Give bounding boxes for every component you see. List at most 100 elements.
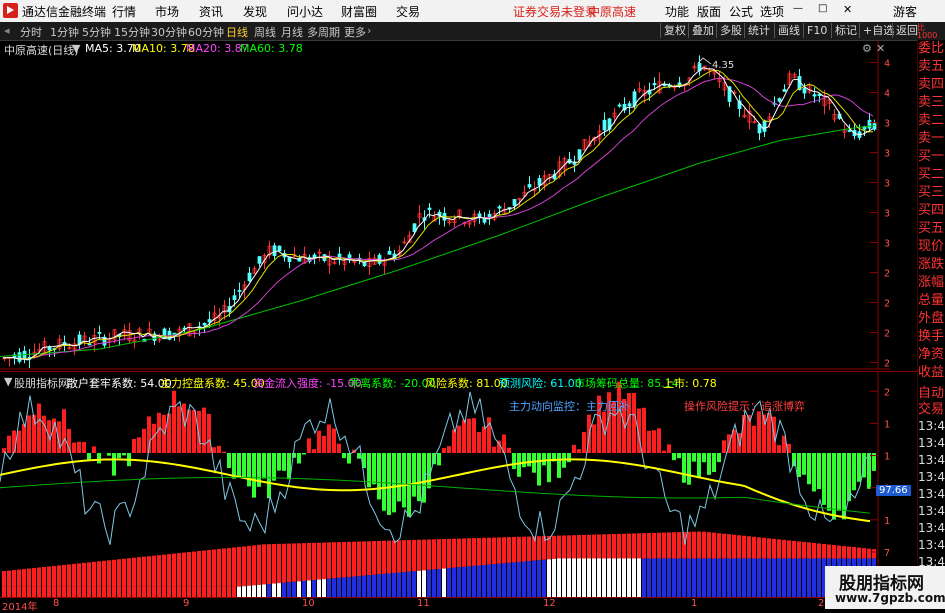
blue-volume-bar xyxy=(242,586,246,597)
menu-banmian[interactable]: 版面 xyxy=(697,3,721,20)
blue-volume-bar xyxy=(92,587,96,597)
quote-field-label: 收益 xyxy=(918,364,945,382)
blue-volume-bar xyxy=(277,583,281,597)
tab-1min[interactable]: 1分钟 xyxy=(50,24,79,40)
settings-gear-icon[interactable]: ⚙ xyxy=(862,42,872,55)
price-chart[interactable]: 4.204.003.803.603.403.203.002.802.602.40… xyxy=(0,40,890,370)
ratio-toggle[interactable]: 比1000 xyxy=(917,24,937,40)
blue-volume-bar xyxy=(672,558,676,597)
menu-xuanxiang[interactable]: 选项 xyxy=(760,3,784,20)
tab-30min[interactable]: 30分钟 xyxy=(151,24,187,40)
blue-volume-bar xyxy=(717,558,721,597)
blue-volume-bar xyxy=(332,578,336,597)
blue-volume-bar xyxy=(342,577,346,597)
tab-more[interactable]: 更多 xyxy=(344,24,366,40)
menu-hangqing[interactable]: 行情 xyxy=(112,3,136,20)
quote-field-label: 换手 xyxy=(918,328,945,346)
red-volume-bar xyxy=(347,542,351,577)
tab-fenshi[interactable]: 分时 xyxy=(20,24,42,40)
blue-volume-bar xyxy=(227,587,231,597)
red-volume-bar xyxy=(627,534,631,559)
menu-faxian[interactable]: 发现 xyxy=(243,3,267,20)
duogu-button[interactable]: 多股 xyxy=(716,23,745,38)
blue-volume-bar xyxy=(722,558,726,597)
candle xyxy=(763,121,766,131)
blue-volume-bar xyxy=(107,587,111,597)
quote-field-label: 买一 xyxy=(918,148,945,166)
red-volume-bar xyxy=(147,556,151,587)
auto-trade-label[interactable]: 交易 xyxy=(918,404,945,420)
histogram-bar-down xyxy=(252,453,256,498)
menu-zixun[interactable]: 资讯 xyxy=(199,3,223,20)
candle xyxy=(18,353,21,362)
f10-button[interactable]: F10 xyxy=(803,23,830,38)
tick-time: 13:42 xyxy=(918,454,945,471)
quote-field-label: 卖二 xyxy=(918,112,945,130)
fuquan-button[interactable]: 复权 xyxy=(660,23,689,38)
tab-daily[interactable]: 日线 xyxy=(226,24,248,40)
blue-volume-bar xyxy=(137,587,141,597)
histogram-bar-up xyxy=(617,382,621,453)
price-tick-label: 4.20 xyxy=(884,59,890,70)
blue-volume-bar xyxy=(262,584,266,597)
tab-monthly[interactable]: 月线 xyxy=(281,24,303,40)
panel-close-icon[interactable]: ✕ xyxy=(876,42,885,55)
minimize-icon[interactable]: — xyxy=(793,3,803,14)
red-volume-bar xyxy=(637,533,641,558)
blue-volume-bar xyxy=(747,558,751,597)
quote-field-label: 买二 xyxy=(918,166,945,184)
more-chevron-icon[interactable]: › xyxy=(367,24,371,37)
close-icon[interactable]: ✕ xyxy=(843,3,852,16)
red-volume-bar xyxy=(537,536,541,560)
red-volume-bar xyxy=(242,546,246,586)
histogram-bar-down xyxy=(707,453,711,475)
ma60-line xyxy=(0,126,875,357)
tongji-button[interactable]: 统计 xyxy=(744,23,773,38)
histogram-bar-down xyxy=(812,453,816,491)
red-volume-bar xyxy=(207,550,211,587)
menu-wenxiaoda[interactable]: 问小达 xyxy=(287,3,323,20)
legend-toggle-icon[interactable]: ▼ xyxy=(72,42,80,55)
blue-volume-bar xyxy=(197,587,201,597)
tick-time: 13:42 xyxy=(918,505,945,522)
menu-gongshi[interactable]: 公式 xyxy=(729,3,753,20)
red-volume-bar xyxy=(287,544,291,583)
toolbar-left-arrow-icon[interactable]: ◂ xyxy=(4,24,10,37)
blue-volume-bar xyxy=(532,561,536,597)
huaxian-button[interactable]: 画线 xyxy=(774,23,803,38)
histogram-bar-up xyxy=(212,447,216,453)
red-volume-bar xyxy=(692,532,696,559)
tab-5min[interactable]: 5分钟 xyxy=(82,24,111,40)
indicator-toggle-icon[interactable]: ▼ xyxy=(4,375,12,388)
histogram-bar-up xyxy=(647,431,651,453)
red-volume-bar xyxy=(792,541,796,559)
red-volume-bar xyxy=(132,558,136,587)
blue-volume-bar xyxy=(817,558,821,597)
red-volume-bar xyxy=(672,532,676,558)
tab-multi-period[interactable]: 多周期 xyxy=(307,24,340,40)
histogram-bar-down xyxy=(377,453,381,499)
histogram-bar-down xyxy=(267,453,271,498)
red-volume-bar xyxy=(217,549,221,587)
red-volume-bar xyxy=(782,540,786,559)
candle xyxy=(603,120,606,130)
tab-weekly[interactable]: 周线 xyxy=(254,24,276,40)
menu-jiaoyi[interactable]: 交易 xyxy=(396,3,420,20)
biaoji-button[interactable]: 标记 xyxy=(831,23,860,38)
tab-15min[interactable]: 15分钟 xyxy=(114,24,150,40)
histogram-bar-down xyxy=(697,453,701,478)
red-volume-bar xyxy=(372,541,376,575)
menu-shichang[interactable]: 市场 xyxy=(155,3,179,20)
menu-gongneng[interactable]: 功能 xyxy=(665,3,689,20)
trade-login-notice[interactable]: 证券交易未登录 xyxy=(513,3,597,20)
tick-time: 13:42 xyxy=(918,539,945,556)
menu-caifuquan[interactable]: 财富圈 xyxy=(341,3,377,20)
maximize-icon[interactable]: □ xyxy=(818,3,827,14)
guest-label[interactable]: 游客 xyxy=(893,3,917,20)
blue-volume-bar xyxy=(492,564,496,597)
histogram-bar-down xyxy=(542,453,546,465)
red-volume-bar xyxy=(317,543,321,580)
tab-60min[interactable]: 60分钟 xyxy=(188,24,224,40)
blue-volume-bar xyxy=(592,558,596,597)
diejia-button[interactable]: 叠加 xyxy=(688,23,717,38)
